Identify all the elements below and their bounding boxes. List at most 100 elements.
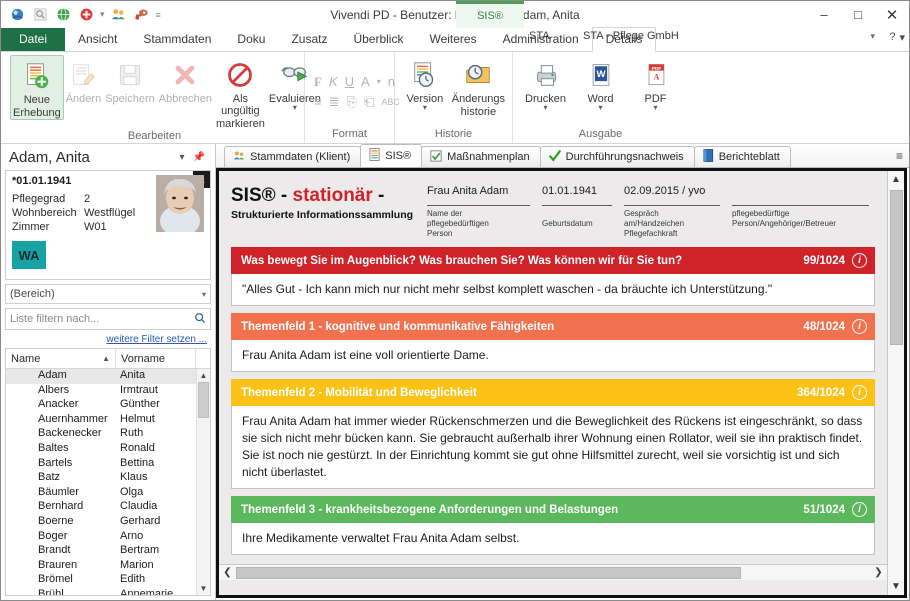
chevron-down-icon[interactable]: ▾ bbox=[293, 104, 297, 112]
info-icon[interactable]: i bbox=[852, 385, 867, 400]
format-row-font[interactable]: F K U A ▾ n bbox=[310, 72, 399, 92]
tab-ansicht[interactable]: Ansicht bbox=[65, 28, 130, 51]
key-icon[interactable] bbox=[132, 5, 152, 25]
tab-massnahmenplan[interactable]: Maßnahmenplan bbox=[421, 146, 541, 167]
button-speichern[interactable]: Speichern bbox=[103, 55, 157, 105]
section-text[interactable]: Frau Anita Adam hat immer wieder Rückens… bbox=[231, 406, 875, 489]
table-row[interactable]: Backenecker Ruth bbox=[6, 427, 196, 442]
section-header[interactable]: Themenfeld 1 - kognitive und kommunikati… bbox=[231, 313, 875, 340]
search-icon[interactable] bbox=[30, 5, 50, 25]
client-list-scrollbar[interactable]: ▲ ▼ bbox=[196, 369, 210, 595]
document-tab-strip[interactable]: Stammdaten (Klient) SIS® Maßnahmenplan D… bbox=[216, 144, 909, 168]
tab-datei[interactable]: Datei bbox=[1, 28, 66, 51]
chevron-down-icon[interactable]: ▾ bbox=[176, 152, 189, 163]
table-row[interactable]: Brömel Edith bbox=[6, 573, 196, 588]
chevron-down-icon[interactable]: ▾ bbox=[423, 104, 427, 112]
table-row[interactable]: Brandt Bertram bbox=[6, 544, 196, 559]
chevron-down-icon[interactable]: ▾ bbox=[870, 31, 881, 42]
dropdown-caret-icon[interactable]: ▾ bbox=[99, 9, 106, 20]
minimize-button[interactable]: – bbox=[807, 1, 841, 28]
quick-access-toolbar[interactable]: ▾ ≡ bbox=[1, 5, 162, 25]
chevron-down-icon[interactable]: ▾ bbox=[377, 77, 381, 86]
tab-stammdaten-klient[interactable]: Stammdaten (Klient) bbox=[224, 146, 362, 167]
document-menu-icon[interactable]: ≡ bbox=[896, 149, 903, 163]
italic-icon[interactable]: K bbox=[329, 74, 338, 89]
scroll-right-icon[interactable]: ❯ bbox=[870, 567, 887, 578]
more-filters-link[interactable]: weitere Filter setzen ... bbox=[5, 330, 211, 348]
table-row[interactable]: Adam Anita bbox=[6, 369, 196, 384]
section-text[interactable]: Ihre Medikamente verwaltet Frau Anita Ad… bbox=[231, 523, 875, 555]
section-text[interactable]: Frau Anita Adam ist eine voll orientiert… bbox=[231, 340, 875, 372]
document-vertical-scrollbar[interactable]: ▲ ▼ bbox=[887, 171, 904, 595]
help-button[interactable]: ? bbox=[889, 31, 895, 44]
ribbon-tab-strip[interactable]: Datei Ansicht Stammdaten Doku Zusatz Übe… bbox=[1, 27, 909, 52]
tab-weiteres[interactable]: Weiteres bbox=[416, 28, 489, 51]
column-header-vorname[interactable]: Vorname bbox=[116, 349, 196, 368]
table-row[interactable]: Bernhard Claudia bbox=[6, 500, 196, 515]
table-row[interactable]: Boger Arno bbox=[6, 530, 196, 545]
list-filter-input[interactable]: Liste filtern nach... bbox=[5, 308, 211, 330]
format-row-paragraph[interactable]: ≡ ≣ ⎘ ⎗ ABC bbox=[310, 92, 404, 112]
search-icon[interactable] bbox=[194, 312, 206, 327]
clear-format-icon[interactable]: n bbox=[388, 74, 395, 89]
scroll-up-icon[interactable]: ▲ bbox=[200, 369, 208, 382]
help-controls[interactable]: ? ▾ bbox=[889, 31, 905, 44]
table-row[interactable]: Brauren Marion bbox=[6, 559, 196, 574]
copy-icon[interactable]: ⎘ bbox=[347, 94, 357, 110]
users-icon[interactable] bbox=[109, 5, 129, 25]
organization-selector[interactable]: STA STA - Pflege GmbH ▾ bbox=[521, 30, 881, 42]
tab-sis[interactable]: SIS® bbox=[360, 144, 423, 167]
font-color-icon[interactable]: A bbox=[361, 74, 370, 89]
add-record-icon[interactable] bbox=[76, 5, 96, 25]
qat-more-icon[interactable]: ≡ bbox=[155, 10, 162, 20]
tab-doku[interactable]: Doku bbox=[224, 28, 278, 51]
tab-durchfuehrungsnachweis[interactable]: Durchführungsnachweis bbox=[539, 146, 695, 167]
section-header[interactable]: Themenfeld 3 - krankheitsbezogene Anford… bbox=[231, 496, 875, 523]
chevron-down-icon[interactable]: ▾ bbox=[653, 104, 657, 112]
window-controls[interactable]: – □ ✕ bbox=[807, 1, 909, 28]
table-row[interactable]: Auernhammer Helmut bbox=[6, 413, 196, 428]
scroll-down-icon[interactable]: ▼ bbox=[888, 578, 905, 595]
tab-berichteblatt[interactable]: Berichteblatt bbox=[693, 146, 791, 167]
info-icon[interactable]: i bbox=[852, 502, 867, 517]
paste-icon[interactable]: ⎗ bbox=[364, 94, 374, 110]
maximize-button[interactable]: □ bbox=[841, 1, 875, 28]
numbered-list-icon[interactable]: ≣ bbox=[329, 94, 340, 110]
area-select[interactable]: (Bereich) ▾ bbox=[5, 284, 211, 304]
table-row[interactable]: Baltes Ronald bbox=[6, 442, 196, 457]
table-row[interactable]: Boerne Gerhard bbox=[6, 515, 196, 530]
button-drucken[interactable]: Drucken ▾ bbox=[518, 55, 573, 112]
chevron-down-icon[interactable]: ▾ bbox=[598, 104, 602, 112]
table-row[interactable]: Bäumler Olga bbox=[6, 486, 196, 501]
button-aendern[interactable]: Ändern bbox=[64, 55, 103, 105]
button-als-ungueltig-markieren[interactable]: Als ungültig markieren bbox=[214, 55, 267, 130]
button-abbrechen[interactable]: Abbrechen bbox=[157, 55, 214, 105]
table-row[interactable]: Albers Irmtraut bbox=[6, 384, 196, 399]
scroll-left-icon[interactable]: ❮ bbox=[219, 567, 236, 578]
globe-icon[interactable] bbox=[53, 5, 73, 25]
underline-icon[interactable]: U bbox=[345, 74, 354, 89]
button-pdf[interactable]: PDF A PDF ▾ bbox=[628, 55, 683, 112]
info-icon[interactable]: i bbox=[852, 253, 867, 268]
chevron-down-icon[interactable]: ▾ bbox=[202, 290, 206, 299]
section-header[interactable]: Themenfeld 2 - Mobilität und Beweglichke… bbox=[231, 379, 875, 406]
table-row[interactable]: Batz Klaus bbox=[6, 471, 196, 486]
scroll-down-icon[interactable]: ▼ bbox=[200, 582, 208, 595]
column-header-name[interactable]: Name ▲ bbox=[6, 349, 116, 368]
bullet-list-icon[interactable]: ≡ bbox=[314, 94, 322, 109]
pin-icon[interactable]: 📌 bbox=[189, 152, 209, 163]
bold-icon[interactable]: F bbox=[314, 74, 322, 90]
section-header[interactable]: Was bewegt Sie im Augenblick? Was brauch… bbox=[231, 247, 875, 274]
button-neue-erhebung[interactable]: Neue Erhebung bbox=[10, 55, 64, 120]
client-card[interactable]: 1 *01.01.1941 Pflegegrad 2 Wohnbereich W… bbox=[5, 170, 211, 280]
section-text[interactable]: "Alles Gut - Ich kann mich nur nicht meh… bbox=[231, 274, 875, 306]
vscrollbar-thumb[interactable] bbox=[889, 190, 903, 345]
info-icon[interactable]: i bbox=[852, 319, 867, 334]
tab-stammdaten[interactable]: Stammdaten bbox=[130, 28, 224, 51]
table-row[interactable]: Bartels Bettina bbox=[6, 457, 196, 472]
hscrollbar-thumb[interactable] bbox=[236, 566, 741, 579]
ribbon-collapse-icon[interactable]: ▾ bbox=[899, 31, 905, 44]
save-klient-icon[interactable] bbox=[7, 5, 27, 25]
scrollbar-thumb[interactable] bbox=[198, 382, 209, 418]
chevron-down-icon[interactable]: ▾ bbox=[543, 104, 547, 112]
